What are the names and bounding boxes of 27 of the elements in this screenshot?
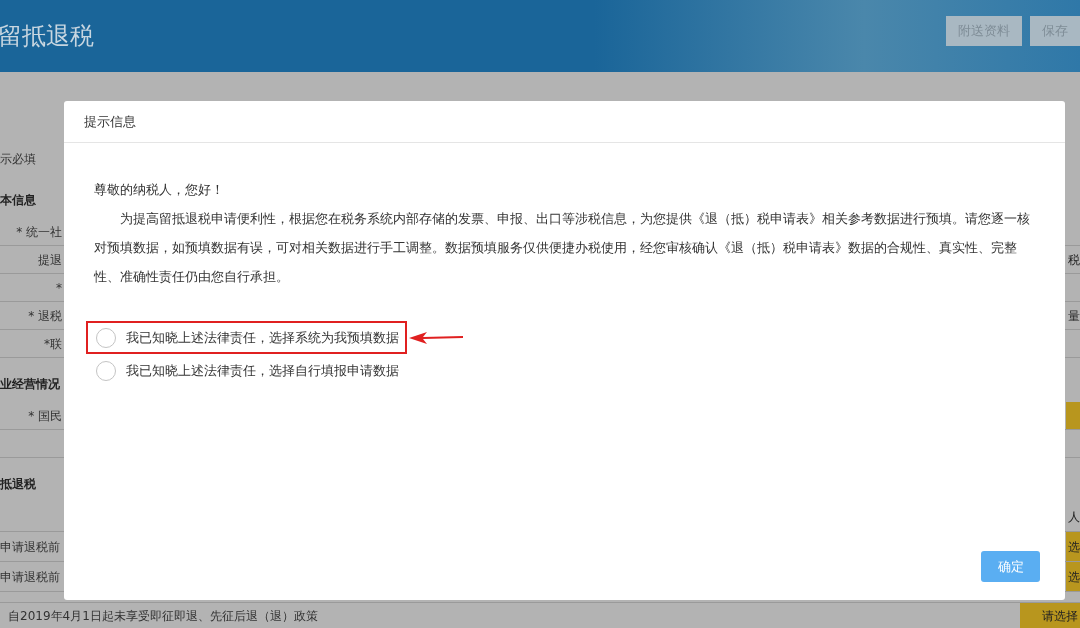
form-cell-text: 量 [1067, 307, 1080, 325]
form-cell-text: 税 [1067, 251, 1080, 269]
greeting-text: 尊敬的纳税人，您好！ [94, 181, 225, 199]
form-label: 示必填 [0, 151, 36, 168]
form-cell: 请选择 [1020, 603, 1080, 628]
radio-option[interactable]: 我已知晓上述法律责任，选择系统为我预填数据 [86, 321, 407, 354]
form-label: * [56, 279, 62, 297]
form-cell: 选 [1066, 562, 1080, 591]
form-label: * 退税 [28, 307, 62, 325]
form-label: 业经营情况 [0, 376, 60, 393]
pointer-arrow-icon [409, 331, 463, 344]
form-cell-text: 人 [1067, 508, 1080, 526]
form-label: * 统一社 [16, 223, 62, 241]
form-label: 提退 [38, 251, 62, 269]
form-label: 申请退税前 [0, 568, 60, 586]
form-label: *联 [44, 335, 62, 353]
page-title: 留抵退税 [0, 21, 94, 52]
radio-option[interactable]: 我已知晓上述法律责任，选择自行填报申请数据 [86, 354, 407, 387]
form-cell: 选 [1066, 532, 1080, 561]
confirm-button[interactable]: 确定 [981, 551, 1040, 582]
form-label: * 国民 [28, 407, 62, 425]
form-label: 本信息 [0, 192, 36, 209]
form-label: 抵退税 [0, 476, 36, 493]
dialog-title: 提示信息 [84, 112, 136, 131]
form-label: 自2019年4月1日起未享受即征即退、先征后退（退）政策 [8, 607, 318, 625]
notice-paragraph: 为提高留抵退税申请便利性，根据您在税务系统内部存储的发票、申报、出口等涉税信息，为您提供《退（抵）税申请表》相关参考数据进行预填。请您逐一核对预填数据，如预填数据有误，可对相关数据进行手工调整。数据预填服务仅供便捷办税使用，经您审核确认《退（抵）税申请表》数据的合规性、真实性、完整性、准确性责任仍由您自行承担。 [94, 210, 1031, 286]
form-label: 申请退税前 [0, 538, 60, 556]
